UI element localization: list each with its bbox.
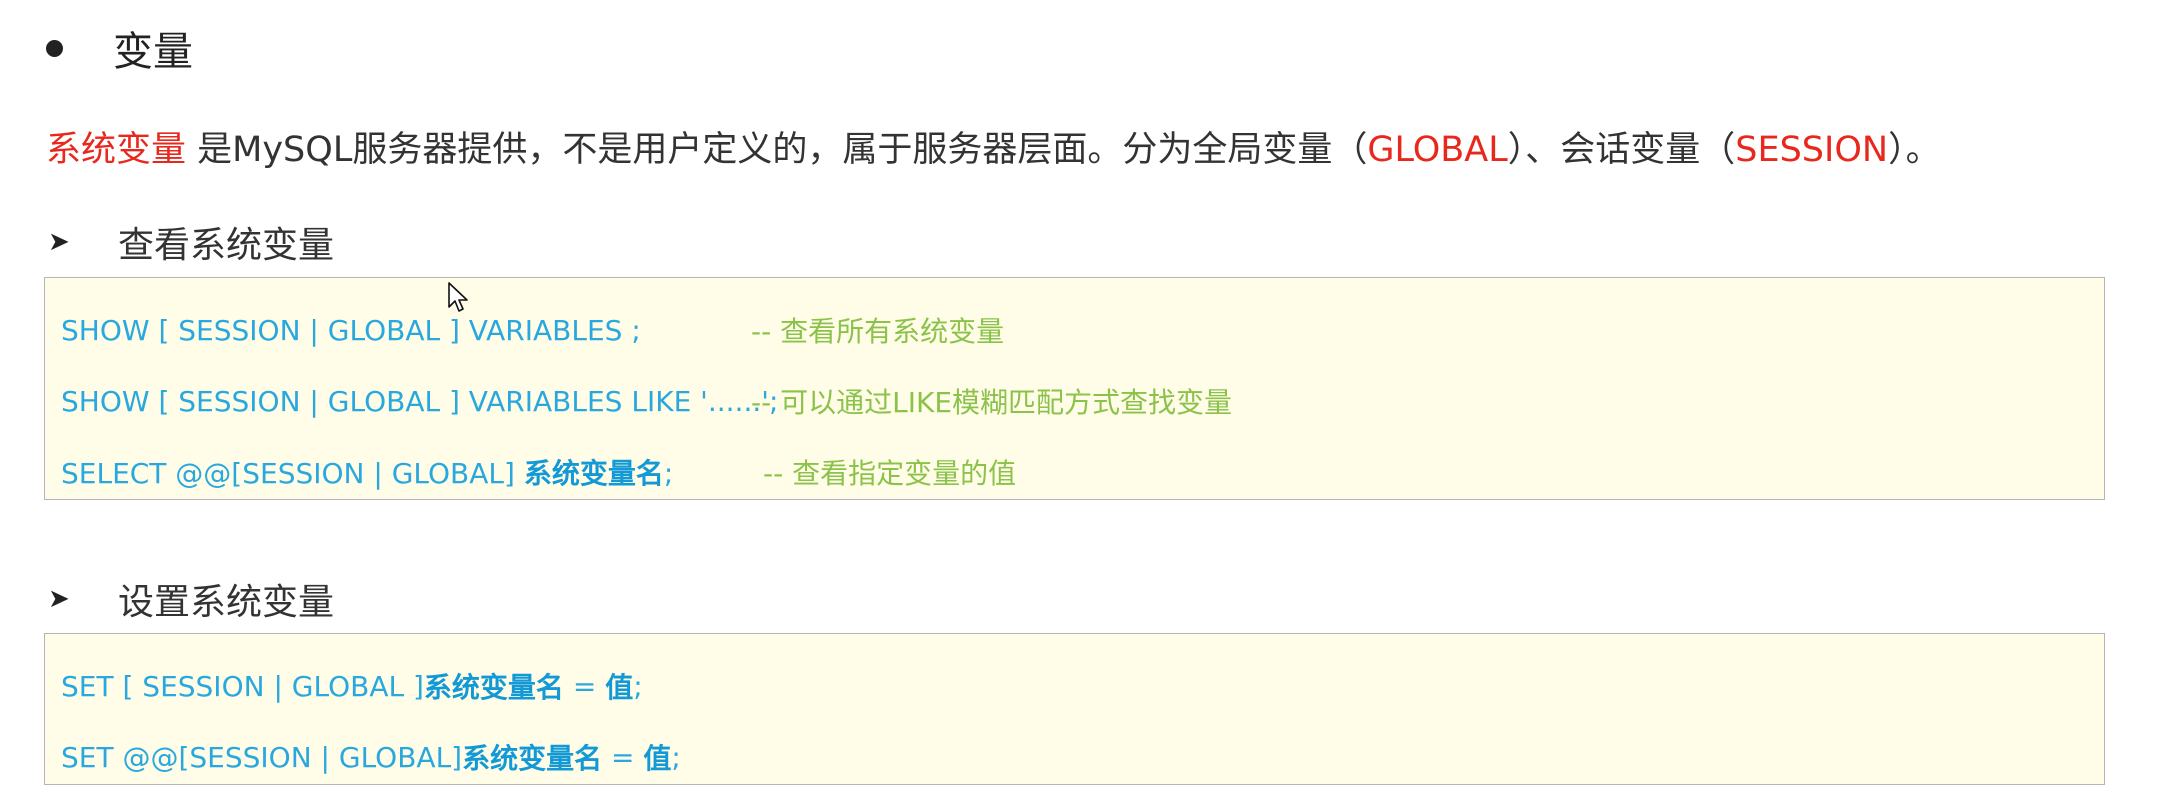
heading-title: 变量 [113,29,193,75]
code-line: SHOW [ SESSION | GLOBAL ] VARIABLES LIKE… [61,379,1232,423]
bullet-dot-icon [46,39,63,57]
intro-text-1: 是MySQL服务器提供，不是用户定义的，属于服务器层面。分为全局变量（ [186,130,1368,170]
code-text-bold: 系统变量名 [462,742,603,775]
section-view-title: 查看系统变量 [118,225,335,266]
intro-session: SESSION [1735,130,1889,170]
code-box-set: SET [ SESSION | GLOBAL ] 系统变量名 = 值 ; SET… [44,633,2105,785]
code-text: = [563,669,606,703]
code-text-tail: ; [633,669,643,703]
code-text-bold: 系统变量名 [523,457,664,490]
section-title-set: ➤ 设置系统变量 [48,574,334,624]
code-line: SELECT @@[SESSION | GLOBAL] 系统变量名; -- 查看… [61,450,1016,494]
code-text-bold: 系统变量名 [423,671,564,704]
code-text-tail: ; [671,740,681,774]
section-set-title: 设置系统变量 [118,582,335,623]
code-text: SET [ SESSION | GLOBAL ] [61,669,424,703]
code-line: SET @@[SESSION | GLOBAL] 系统变量名 = 值 ; [61,735,681,779]
code-line: SET [ SESSION | GLOBAL ] 系统变量名 = 值 ; [61,664,643,708]
code-text: SHOW [ SESSION | GLOBAL ] VARIABLES LIKE… [61,384,779,418]
heading: 变量 [46,18,193,78]
code-text-bold: 值 [643,742,672,775]
code-line: SHOW [ SESSION | GLOBAL ] VARIABLES ; --… [61,308,1004,352]
code-text: SELECT @@[SESSION | GLOBAL] [61,457,524,490]
code-box-view: SHOW [ SESSION | GLOBAL ] VARIABLES ; --… [44,277,2105,500]
code-text: = [602,740,644,774]
code-comment: -- 查看所有系统变量 [751,315,1005,348]
code-text-bold: 值 [605,671,634,704]
mouse-pointer-icon [448,282,468,312]
code-segment: SELECT @@[SESSION | GLOBAL] 系统变量名; [61,452,763,492]
intro-text-2: ）、会话变量（ [1507,130,1736,170]
intro-term: 系统变量 [46,130,187,170]
intro-global: GLOBAL [1367,130,1508,170]
code-text-tail: ; [663,457,674,490]
arrow-right-icon: ➤ [48,227,70,257]
code-text: SET @@[SESSION | GLOBAL] [61,740,463,774]
intro-text-3: ）。 [1888,130,1941,170]
intro-paragraph: 系统变量 是MySQL服务器提供，不是用户定义的，属于服务器层面。分为全局变量（… [46,120,1941,180]
code-comment: -- 查看指定变量的值 [763,457,1017,490]
code-text: SHOW [ SESSION | GLOBAL ] VARIABLES ; [61,313,641,347]
arrow-right-icon: ➤ [48,584,70,614]
code-comment: -- 可以通过LIKE模糊匹配方式查找变量 [751,386,1233,419]
section-title-view: ➤ 查看系统变量 [48,217,334,267]
